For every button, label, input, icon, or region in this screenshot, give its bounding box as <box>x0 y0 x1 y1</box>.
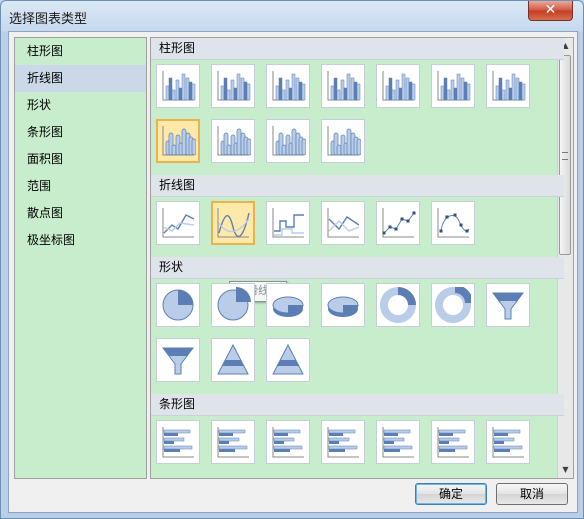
scroll-thumb[interactable] <box>559 55 571 255</box>
column-3d-stacked-chart-option[interactable] <box>376 64 420 108</box>
section-title: 柱形图 <box>151 38 564 60</box>
pie-3d-exploded-icon <box>327 296 359 317</box>
line-smooth-chart-option[interactable] <box>211 201 255 245</box>
line-markers-chart-option[interactable] <box>376 201 420 245</box>
close-button[interactable]: ✕ <box>528 1 573 21</box>
ok-button[interactable]: 确定 <box>415 483 487 505</box>
column-3d-clustered-icon <box>327 71 361 101</box>
cylinder-stacked-icon <box>217 126 251 156</box>
column-3d-stacked-100-icon <box>437 71 471 101</box>
column-3d-clustered-chart-option[interactable] <box>321 64 365 108</box>
category-item[interactable]: 散点图 <box>15 200 146 227</box>
cylinder-clustered-chart-option[interactable] <box>156 119 200 163</box>
cylinder-stacked-100-chart-option[interactable] <box>266 119 310 163</box>
cancel-button[interactable]: 取消 <box>496 483 568 505</box>
line-smooth-markers-icon <box>437 208 470 238</box>
pie-chart-option[interactable] <box>156 283 200 327</box>
category-item[interactable]: 折线图 <box>15 65 146 92</box>
category-item[interactable]: 极坐标图 <box>15 227 146 254</box>
column-stacked-100-icon <box>272 71 306 101</box>
line-chart-option[interactable] <box>156 201 200 245</box>
section-title: 形状 <box>151 257 564 279</box>
column-3d-stacked-100-chart-option[interactable] <box>431 64 475 108</box>
column-clustered-icon <box>162 71 196 101</box>
column-stacked-icon <box>217 71 251 101</box>
doughnut-icon <box>380 287 416 323</box>
pyramid-icon <box>217 343 249 375</box>
line-icon <box>162 208 195 238</box>
line-markers-icon <box>382 208 416 238</box>
pie-3d-chart-option[interactable] <box>266 283 310 327</box>
bar-clustered-icon <box>162 427 194 458</box>
doughnut-exploded-chart-option[interactable] <box>431 283 475 327</box>
category-item[interactable]: 面积图 <box>15 146 146 173</box>
bar-3d-stacked-icon <box>382 427 414 458</box>
dialog-window: 选择图表类型 ✕ 柱形图 折线图 形状 条形图 面积图 范围 散点图 极坐标图 ▲ ▼ 平滑线… <box>0 0 584 519</box>
chart-category-list[interactable]: 柱形图 折线图 形状 条形图 面积图 范围 散点图 极坐标图 <box>14 37 147 479</box>
window-title: 选择图表类型 <box>9 12 88 27</box>
bar-stacked-chart-option[interactable] <box>211 420 255 464</box>
category-item[interactable]: 柱形图 <box>15 38 146 65</box>
bar-stacked-100-icon <box>272 427 304 458</box>
funnel-chart-option[interactable] <box>486 283 530 327</box>
column-3d-stacked-icon <box>382 71 416 101</box>
bar-3d-stacked-100-icon <box>437 427 469 458</box>
bar-cylinder-icon <box>492 427 524 458</box>
cylinder-stacked-chart-option[interactable] <box>211 119 255 163</box>
category-item[interactable]: 条形图 <box>15 119 146 146</box>
bar-clustered-chart-option[interactable] <box>156 420 200 464</box>
bar-3d-stacked-chart-option[interactable] <box>376 420 420 464</box>
bar-stacked-icon <box>217 427 249 458</box>
bar-3d-clustered-chart-option[interactable] <box>321 420 365 464</box>
line-spline-area-icon <box>327 208 360 238</box>
pie-3d-exploded-chart-option[interactable] <box>321 283 365 327</box>
column-3d-icon <box>492 71 526 101</box>
pie-3d-icon <box>272 296 304 317</box>
column-stacked-100-chart-option[interactable] <box>266 64 310 108</box>
grip-icon <box>562 152 568 160</box>
category-item[interactable]: 范围 <box>15 173 146 200</box>
chart-gallery[interactable]: ▲ ▼ 平滑线图 柱形图 折线图 形状 条形图 <box>150 37 574 479</box>
bar-3d-clustered-icon <box>327 427 359 458</box>
cylinder-clustered-icon <box>162 126 196 156</box>
bar-stacked-100-chart-option[interactable] <box>266 420 310 464</box>
line-smooth-icon <box>217 208 250 238</box>
dialog-body: 柱形图 折线图 形状 条形图 面积图 范围 散点图 极坐标图 ▲ ▼ 平滑线图 柱形图 折线图形… <box>8 31 578 513</box>
pyramid-chart-option[interactable] <box>211 338 255 382</box>
doughnut-exploded-icon <box>435 287 471 323</box>
cylinder-3d-icon <box>327 126 361 156</box>
line-step-icon <box>272 208 304 238</box>
scroll-down-arrow[interactable]: ▼ <box>558 462 573 478</box>
column-3d-chart-option[interactable] <box>486 64 530 108</box>
column-clustered-chart-option[interactable] <box>156 64 200 108</box>
cylinder-3d-chart-option[interactable] <box>321 119 365 163</box>
bar-cylinder-chart-option[interactable] <box>486 420 530 464</box>
line-spline-area-chart-option[interactable] <box>321 201 365 245</box>
line-smooth-markers-chart-option[interactable] <box>431 201 475 245</box>
pyramid-3d-icon <box>272 343 304 375</box>
section-title: 条形图 <box>151 394 564 416</box>
pie-exploded-icon <box>217 287 251 321</box>
cylinder-stacked-100-icon <box>272 126 306 156</box>
funnel-icon <box>492 292 524 320</box>
pie-exploded-chart-option[interactable] <box>211 283 255 327</box>
doughnut-chart-option[interactable] <box>376 283 420 327</box>
title-bar: 选择图表类型 ✕ <box>1 1 583 31</box>
funnel-3d-chart-option[interactable] <box>156 338 200 382</box>
column-stacked-chart-option[interactable] <box>211 64 255 108</box>
pie-icon <box>162 289 194 321</box>
category-item[interactable]: 形状 <box>15 92 146 119</box>
bar-3d-stacked-100-chart-option[interactable] <box>431 420 475 464</box>
line-step-chart-option[interactable] <box>266 201 310 245</box>
section-title: 折线图 <box>151 175 564 197</box>
funnel-3d-icon <box>162 347 194 375</box>
pyramid-3d-chart-option[interactable] <box>266 338 310 382</box>
